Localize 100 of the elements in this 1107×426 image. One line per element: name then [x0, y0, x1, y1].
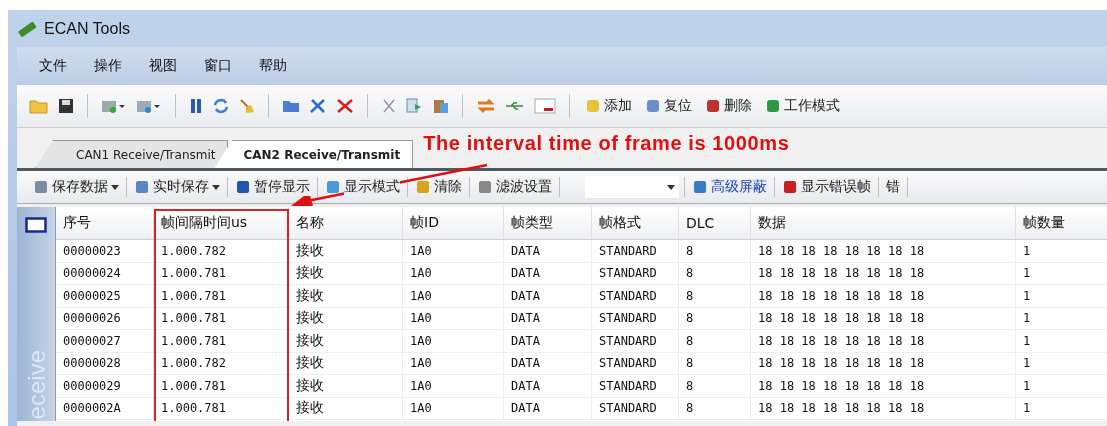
table-cell: 8 [679, 285, 751, 307]
delete-icon[interactable] [336, 98, 354, 114]
tab[interactable]: CAN2 Receive/Transmit [214, 140, 414, 168]
table-cell: 1A0 [403, 307, 504, 329]
table-cell: 18 18 18 18 18 18 18 18 [751, 285, 1016, 307]
table-cell: DATA [504, 330, 592, 352]
table-cell: 1A0 [403, 262, 504, 284]
table-cell: 18 18 18 18 18 18 18 18 [751, 375, 1016, 397]
table-cell: 00000026 [56, 307, 154, 329]
device-add-icon[interactable] [101, 98, 127, 114]
table-cell: 1A0 [403, 240, 504, 262]
table-cell: 1A0 [403, 285, 504, 307]
toolbar-button[interactable]: 复位 [643, 97, 694, 115]
table-cell: 18 18 18 18 18 18 18 18 [751, 330, 1016, 352]
pause-icon[interactable] [189, 98, 203, 114]
table-cell: STANDARD [592, 375, 679, 397]
folder-icon[interactable] [29, 98, 49, 114]
table-cell: 00000025 [56, 285, 154, 307]
table-cell: 1.000.782 [154, 352, 289, 374]
table-cell: 0000002A [56, 397, 154, 419]
table-cell: DATA [504, 262, 592, 284]
table-cell: 1 [1016, 352, 1107, 374]
menu-item[interactable]: 操作 [94, 57, 122, 75]
device-download-icon[interactable] [136, 98, 162, 114]
table-cell: 00000024 [56, 262, 154, 284]
column-header[interactable]: 帧间隔时间us [154, 207, 289, 239]
table-cell: DATA [504, 285, 592, 307]
toolbar-icon [692, 179, 708, 195]
table-cell: 1 [1016, 285, 1107, 307]
table-cell: 接收 [289, 262, 403, 284]
toolbar-button[interactable]: 工作模式 [763, 97, 842, 115]
cut-icon[interactable] [381, 98, 397, 114]
table-cell: 18 18 18 18 18 18 18 18 [751, 240, 1016, 262]
table-cell: 18 18 18 18 18 18 18 18 [751, 262, 1016, 284]
toolbar-button[interactable]: 错 [884, 178, 902, 196]
broom-icon[interactable] [239, 98, 255, 114]
toolbar-button[interactable]: 删除 [703, 97, 754, 115]
table-cell: 1A0 [403, 375, 504, 397]
menu-item[interactable]: 窗口 [204, 57, 232, 75]
table-cell: STANDARD [592, 240, 679, 262]
table-cell: 1 [1016, 307, 1107, 329]
table-cell: DATA [504, 397, 592, 419]
table-cell: 接收 [289, 375, 403, 397]
table-cell: 18 18 18 18 18 18 18 18 [751, 397, 1016, 419]
toolbar-icon [33, 179, 49, 195]
column-header[interactable]: 数据 [751, 207, 1016, 239]
swap-icon[interactable] [476, 98, 496, 114]
refresh-icon[interactable] [212, 98, 230, 114]
table-cell: 1.000.781 [154, 375, 289, 397]
table-cell: 接收 [289, 285, 403, 307]
toolbar-icon [415, 179, 431, 195]
column-header[interactable]: 帧格式 [592, 207, 679, 239]
toolbar-button[interactable]: 添加 [583, 97, 634, 115]
table-cell: 1 [1016, 330, 1107, 352]
column-header[interactable]: 帧数量 [1016, 207, 1107, 239]
caret-icon [667, 184, 675, 190]
table-cell: 00000027 [56, 330, 154, 352]
table-cell: 1.000.781 [154, 330, 289, 352]
paste-icon[interactable] [433, 98, 449, 114]
menu-item[interactable]: 视图 [149, 57, 177, 75]
table-cell: 1 [1016, 262, 1107, 284]
toolbar-icon [235, 179, 251, 195]
column-header[interactable]: 名称 [289, 207, 403, 239]
table-cell: 8 [679, 375, 751, 397]
table-cell: DATA [504, 375, 592, 397]
table-cell: 1 [1016, 240, 1107, 262]
menu-item[interactable]: 帮助 [259, 57, 287, 75]
save-icon[interactable] [58, 98, 74, 114]
table-cell: 00000029 [56, 375, 154, 397]
table-cell: 00000028 [56, 352, 154, 374]
table-cell: 1A0 [403, 352, 504, 374]
column-header[interactable]: DLC [679, 207, 751, 239]
table-cell: STANDARD [592, 262, 679, 284]
toolbar-icon [477, 179, 493, 195]
toolbar-icon [134, 179, 150, 195]
table-cell: 1 [1016, 397, 1107, 419]
table-cell: 1 [1016, 375, 1107, 397]
column-header[interactable]: 帧类型 [504, 207, 592, 239]
table-cell: 1.000.781 [154, 262, 289, 284]
table-cell: 1A0 [403, 330, 504, 352]
table-cell: STANDARD [592, 397, 679, 419]
column-header[interactable]: 序号 [56, 207, 154, 239]
table-cell: 8 [679, 307, 751, 329]
table-cell: 接收 [289, 352, 403, 374]
table-cell: STANDARD [592, 307, 679, 329]
table-cell: DATA [504, 352, 592, 374]
table-cell: 接收 [289, 240, 403, 262]
toolbar-icon [325, 179, 341, 195]
window-icon[interactable] [534, 98, 556, 114]
table-cell: 8 [679, 352, 751, 374]
table-cell: STANDARD [592, 330, 679, 352]
window-title: ECAN Tools [44, 19, 130, 38]
table-cell: 8 [679, 397, 751, 419]
column-header[interactable]: 帧ID [403, 207, 504, 239]
table-cell: 接收 [289, 307, 403, 329]
menu-item[interactable]: 文件 [39, 57, 67, 75]
panel-icon [25, 217, 47, 233]
table-cell: STANDARD [592, 285, 679, 307]
tab[interactable]: CAN1 Receive/Transmit [35, 140, 229, 168]
table-cell: 接收 [289, 330, 403, 352]
